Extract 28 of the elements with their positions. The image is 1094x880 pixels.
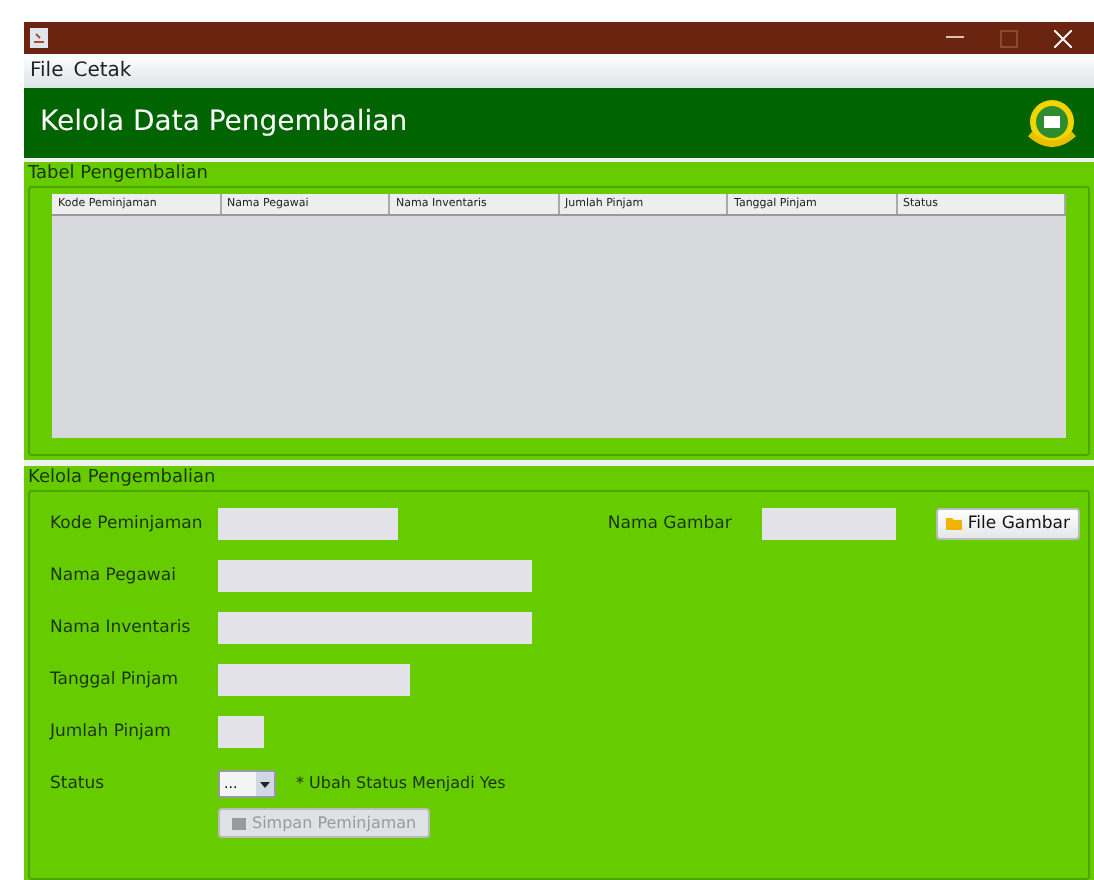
folder-icon	[945, 518, 962, 530]
text-field[interactable]	[218, 560, 532, 592]
field-label: Status	[50, 771, 107, 797]
close-icon[interactable]	[1054, 29, 1072, 47]
text-field[interactable]	[218, 612, 532, 644]
app-icon	[30, 28, 48, 48]
header-title: Kelola Data Pengembalian	[40, 104, 408, 142]
emblem-icon	[1026, 97, 1078, 149]
menu-item[interactable]: File	[30, 56, 64, 86]
text-field[interactable]	[218, 508, 398, 540]
dropdown-arrow-icon	[260, 781, 270, 787]
menu-item[interactable]: Cetak	[73, 56, 132, 86]
text-field[interactable]	[218, 716, 264, 748]
panel-title: Kelola Pengembalian	[28, 466, 218, 490]
field-label: Tanggal Pinjam	[50, 667, 180, 693]
text-field[interactable]	[218, 664, 410, 696]
field-label: Nama Pegawai	[50, 563, 178, 589]
save-icon	[232, 817, 246, 829]
field-label: Nama Gambar	[607, 512, 734, 538]
text-field[interactable]	[761, 508, 896, 540]
status-note: * Ubah Status Menjadi Yes	[296, 772, 506, 796]
file-button[interactable]: File Gambar	[935, 508, 1080, 540]
panel-title: Tabel Pengembalian	[28, 162, 210, 186]
minimize-icon[interactable]	[946, 36, 964, 40]
field-label: Kode Peminjaman	[50, 511, 205, 537]
maximize-icon[interactable]	[1000, 29, 1018, 47]
field-label: Nama Inventaris	[50, 615, 193, 641]
field-label: Jumlah Pinjam	[50, 719, 173, 745]
